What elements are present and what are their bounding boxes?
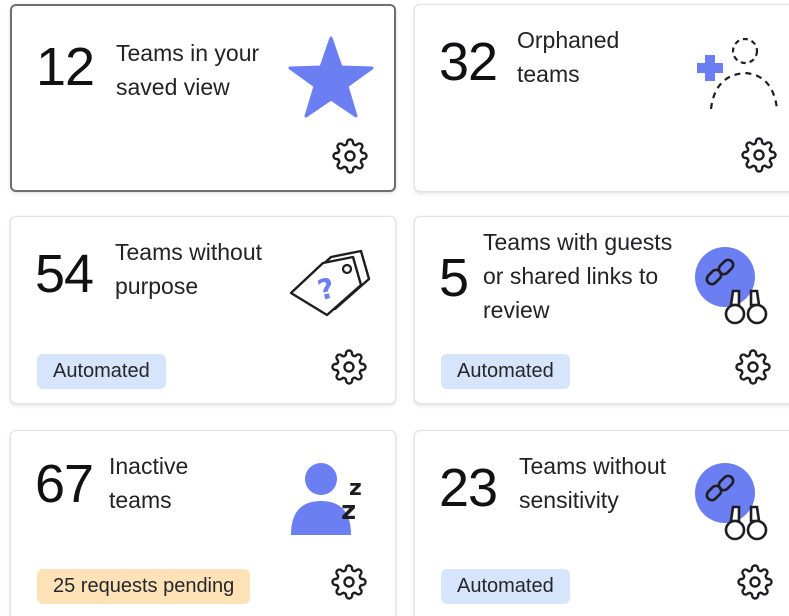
status-badge: Automated [37, 354, 166, 389]
status-badge: 25 requests pending [37, 569, 251, 604]
star-icon [288, 36, 374, 118]
card-count: 54 [35, 244, 94, 304]
gear-icon[interactable] [735, 349, 771, 385]
card-inactive-teams[interactable]: 67 Inactive teams z z 25 requests pendin… [10, 430, 396, 616]
card-teams-without-purpose[interactable]: 54 Teams without purpose ? Automated [10, 216, 396, 404]
orphaned-user-icon [697, 37, 779, 110]
status-badge: Automated [441, 354, 570, 389]
gear-icon[interactable] [741, 137, 777, 173]
card-label: Teams in your saved view [116, 40, 260, 100]
link-binoculars-icon [695, 463, 768, 541]
card-label: Orphaned teams [517, 27, 620, 87]
sleeping-user-icon: z z [291, 463, 362, 535]
card-count: 5 [439, 248, 469, 308]
question-tag-icon: ? [289, 249, 371, 317]
card-count: 32 [439, 32, 498, 92]
card-label: Inactive teams [109, 453, 189, 513]
gear-icon[interactable] [737, 564, 773, 600]
gear-icon[interactable] [331, 564, 367, 600]
team-insights-grid: 12 Teams in your saved view 32 Orphaned … [0, 0, 789, 616]
gear-icon[interactable] [332, 138, 368, 174]
gear-icon[interactable] [331, 349, 367, 385]
card-orphaned-teams[interactable]: 32 Orphaned teams [414, 4, 789, 192]
card-saved-view[interactable]: 12 Teams in your saved view [10, 4, 396, 192]
card-label: Teams with guests or shared links to rev… [483, 229, 673, 323]
card-count: 67 [35, 454, 94, 514]
svg-text:z: z [341, 496, 356, 526]
link-binoculars-icon [695, 247, 768, 325]
card-label: Teams without sensitivity [519, 453, 667, 513]
card-count: 12 [36, 37, 95, 97]
status-badge: Automated [441, 569, 570, 604]
card-teams-without-sensitivity[interactable]: 23 Teams without sensitivity Automated [414, 430, 789, 616]
card-count: 23 [439, 458, 498, 518]
card-teams-with-guests[interactable]: 5 Teams with guests or shared links to r… [414, 216, 789, 404]
card-label: Teams without purpose [115, 239, 263, 299]
